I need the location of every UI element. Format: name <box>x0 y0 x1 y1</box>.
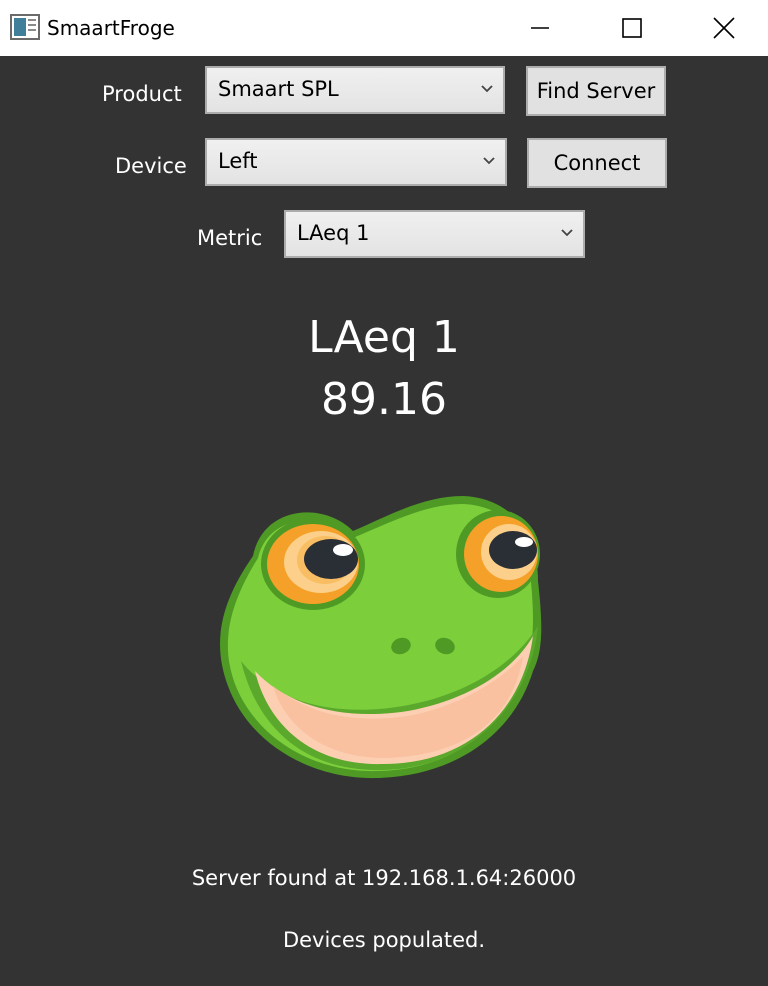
close-button[interactable] <box>678 0 768 56</box>
title-bar[interactable]: SmaartFroge <box>0 0 768 56</box>
find-server-button[interactable]: Find Server <box>526 66 666 116</box>
maximize-button[interactable] <box>586 0 678 56</box>
metric-name-display: LAeq 1 <box>308 312 460 363</box>
device-selected-value: Left <box>218 149 258 173</box>
maximize-icon <box>622 18 642 38</box>
metric-label: Metric <box>197 226 263 250</box>
product-dropdown[interactable]: Smaart SPL <box>205 66 505 114</box>
connect-button[interactable]: Connect <box>527 138 667 188</box>
product-selected-value: Smaart SPL <box>218 77 339 101</box>
close-icon <box>713 17 735 39</box>
metric-value-display: 89.16 <box>321 374 447 425</box>
chevron-down-icon <box>561 229 573 237</box>
app-icon <box>10 14 40 40</box>
chevron-down-icon <box>483 157 495 165</box>
status-devices: Devices populated. <box>282 928 486 952</box>
main-panel: Product Smaart SPL Find Server Device Le… <box>0 56 768 986</box>
metric-dropdown[interactable]: LAeq 1 <box>284 210 585 258</box>
minimize-icon <box>531 27 549 29</box>
minimize-button[interactable] <box>494 0 586 56</box>
window-title: SmaartFroge <box>47 16 175 40</box>
device-dropdown[interactable]: Left <box>205 138 507 186</box>
status-server: Server found at 192.168.1.64:26000 <box>191 866 577 890</box>
frog-face-image <box>220 496 542 779</box>
product-label: Product <box>102 82 182 106</box>
chevron-down-icon <box>481 85 493 93</box>
metric-selected-value: LAeq 1 <box>297 221 370 245</box>
device-label: Device <box>115 154 187 178</box>
